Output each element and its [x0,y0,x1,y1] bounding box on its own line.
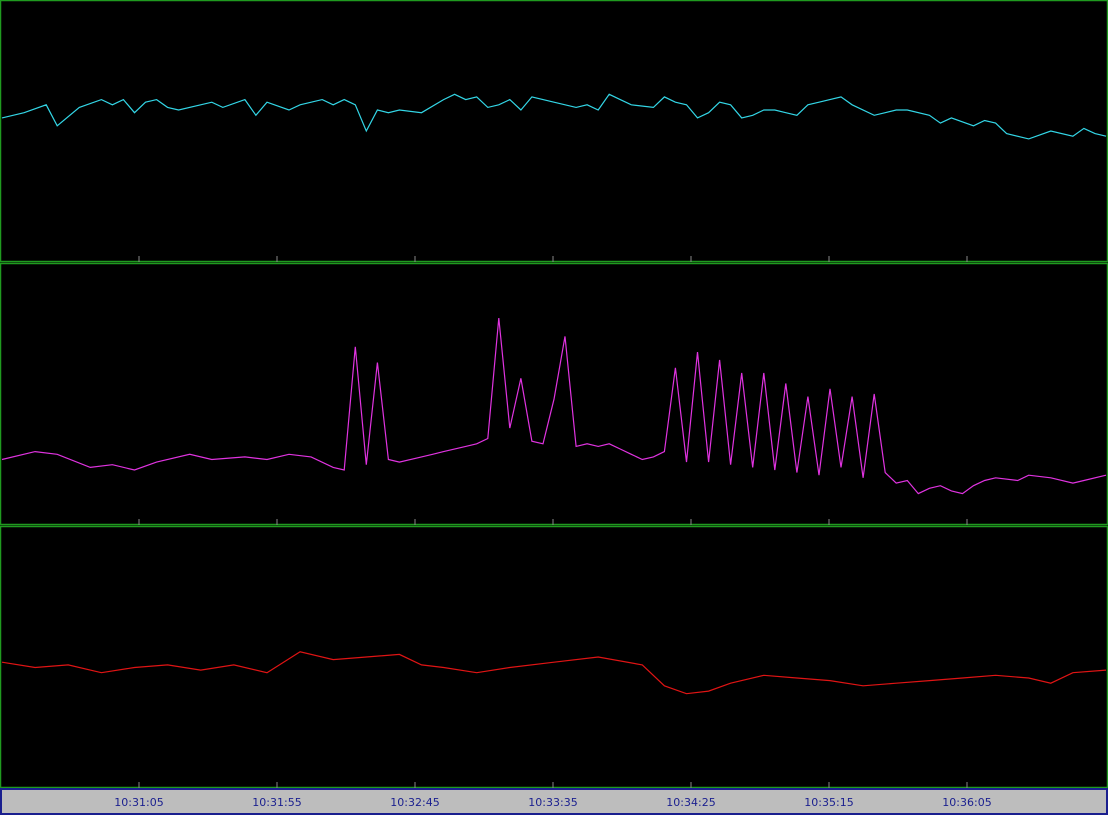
time-tick-label: 10:32:45 [390,796,440,809]
time-tick-label: 10:36:05 [942,796,992,809]
time-tick-label: 10:35:15 [804,796,854,809]
time-tick-label: 10:33:35 [528,796,578,809]
channel-1-frame [0,0,1108,263]
time-tick-label: 10:34:25 [666,796,716,809]
channels-plot [0,0,1108,788]
time-axis-bar[interactable]: 10:31:05 10:31:55 10:32:45 10:33:35 10:34:25… [0,788,1108,815]
channel-1-trace [1,93,1107,140]
waveform-viewer: 10:31:05 10:31:55 10:32:45 10:33:35 10:34:25… [0,0,1108,815]
channel-2-trace [1,317,1107,495]
time-tick-label: 10:31:05 [114,796,164,809]
channel-3-frame [0,525,1108,788]
time-tick-label: 10:31:55 [252,796,302,809]
channel-3-trace [1,651,1107,695]
channel-2-frame [0,262,1108,526]
